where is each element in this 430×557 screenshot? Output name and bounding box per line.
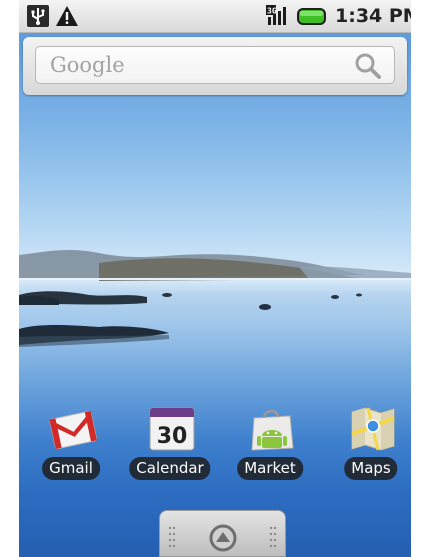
search-input[interactable]: Google: [35, 46, 395, 84]
usb-icon: [27, 5, 49, 27]
app-label-calendar: Calendar: [129, 457, 211, 480]
home-screen: 3G 1:34 PM: [19, 0, 411, 557]
app-drawer-handle[interactable]: [159, 510, 286, 557]
calendar-date: 30: [157, 424, 188, 449]
app-label-market: Market: [237, 457, 303, 480]
calendar-icon: 30: [149, 407, 195, 451]
app-gmail[interactable]: Gmail: [29, 398, 113, 488]
market-icon: [251, 409, 294, 451]
grip-dots-left: [168, 526, 176, 548]
status-time: 1:34 PM: [335, 5, 411, 27]
search-placeholder: Google: [50, 53, 125, 77]
signal-label: 3G: [267, 7, 277, 16]
warning-icon: [56, 6, 78, 26]
search-icon[interactable]: [352, 51, 384, 81]
app-calendar[interactable]: 30 Calendar: [128, 398, 212, 488]
3g-signal-icon: 3G: [266, 5, 286, 25]
app-maps[interactable]: Maps: [329, 398, 411, 488]
battery-icon: [297, 8, 326, 25]
arrow-up-icon: [209, 524, 237, 552]
grip-dots-right: [269, 526, 277, 548]
google-search-widget: Google: [23, 37, 407, 95]
app-market[interactable]: Market: [228, 398, 312, 488]
app-label-maps: Maps: [344, 457, 398, 480]
app-label-gmail: Gmail: [42, 457, 100, 480]
gmail-icon: [49, 410, 97, 450]
status-bar[interactable]: 3G 1:34 PM: [19, 0, 411, 33]
maps-icon: [351, 407, 395, 451]
